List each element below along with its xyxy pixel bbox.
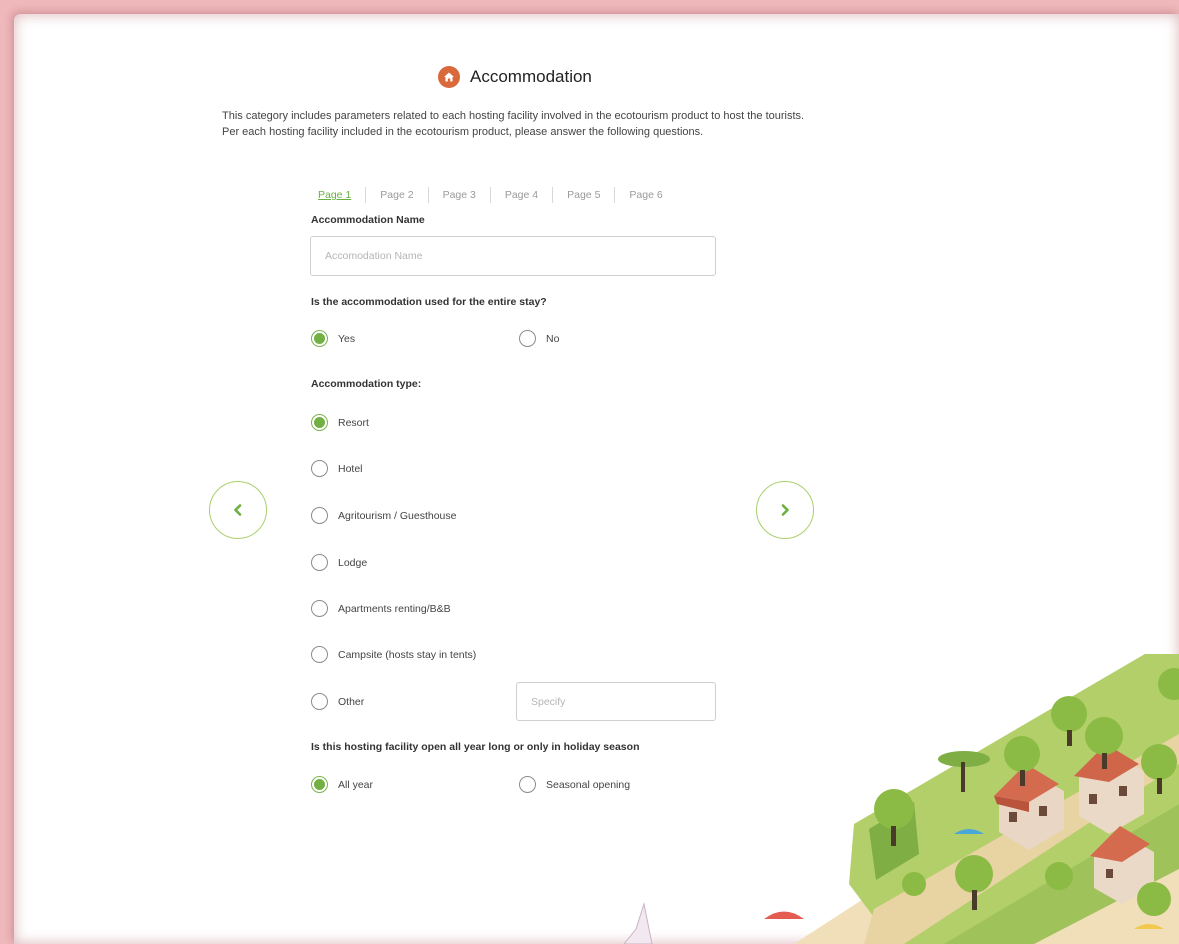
radio-button-checked[interactable] <box>311 776 328 793</box>
radio-button-checked[interactable] <box>311 330 328 347</box>
radio-label: Lodge <box>338 556 368 569</box>
home-icon <box>438 66 460 88</box>
page-title: Accommodation <box>470 67 592 86</box>
radio-type-other[interactable]: Other <box>311 693 364 710</box>
radio-entire-stay-yes[interactable]: Yes <box>311 330 355 347</box>
radio-label: Apartments renting/B&B <box>338 602 451 615</box>
radio-label: No <box>546 332 560 345</box>
radio-label: Agritourism / Guesthouse <box>338 509 457 522</box>
radio-label: All year <box>338 778 374 791</box>
radio-button[interactable] <box>311 646 328 663</box>
tab-page-6[interactable]: Page 6 <box>614 187 676 203</box>
radio-label: Campsite (hosts stay in tents) <box>338 648 477 661</box>
radio-button[interactable] <box>519 330 536 347</box>
tab-page-4[interactable]: Page 4 <box>489 187 552 203</box>
radio-type-campsite[interactable]: Campsite (hosts stay in tents) <box>311 646 476 663</box>
chevron-left-icon <box>234 504 242 516</box>
radio-label: Other <box>338 695 365 708</box>
entire-stay-question: Is the accommodation used for the entire… <box>311 296 547 308</box>
accommodation-name-input[interactable]: Accomodation Name <box>310 236 716 276</box>
radio-button[interactable] <box>311 507 328 524</box>
radio-entire-stay-no[interactable]: No <box>519 330 559 347</box>
radio-button[interactable] <box>519 776 536 793</box>
page-header: Accommodation <box>438 66 592 88</box>
previous-page-button[interactable] <box>209 481 267 539</box>
next-page-button[interactable] <box>756 481 814 539</box>
radio-type-hotel[interactable]: Hotel <box>311 460 363 477</box>
radio-button[interactable] <box>311 554 328 571</box>
accommodation-type-label: Accommodation type: <box>311 378 422 390</box>
radio-type-apartments[interactable]: Apartments renting/B&B <box>311 600 451 617</box>
radio-type-resort[interactable]: Resort <box>311 414 369 431</box>
radio-label: Yes <box>338 332 356 345</box>
radio-label: Hotel <box>338 462 363 475</box>
page-card: Accommodation This category includes par… <box>14 14 1179 944</box>
radio-button-checked[interactable] <box>311 414 328 431</box>
category-description: This category includes parameters relate… <box>222 110 805 138</box>
radio-label: Resort <box>338 416 369 429</box>
tab-page-1[interactable]: Page 1 <box>318 187 365 203</box>
radio-season-all-year[interactable]: All year <box>311 776 373 793</box>
page-tabs: Page 1 Page 2 Page 3 Page 4 Page 5 Page … <box>318 187 677 203</box>
radio-type-agritourism[interactable]: Agritourism / Guesthouse <box>311 507 456 524</box>
chevron-right-icon <box>781 504 789 516</box>
radio-button[interactable] <box>311 460 328 477</box>
tab-page-2[interactable]: Page 2 <box>365 187 427 203</box>
village-illustration <box>623 654 1179 944</box>
radio-type-lodge[interactable]: Lodge <box>311 554 367 571</box>
tab-page-5[interactable]: Page 5 <box>552 187 614 203</box>
accommodation-name-label: Accommodation Name <box>311 214 425 226</box>
radio-button[interactable] <box>311 693 328 710</box>
season-question: Is this hosting facility open all year l… <box>311 741 640 753</box>
radio-button[interactable] <box>311 600 328 617</box>
tab-page-3[interactable]: Page 3 <box>427 187 490 203</box>
